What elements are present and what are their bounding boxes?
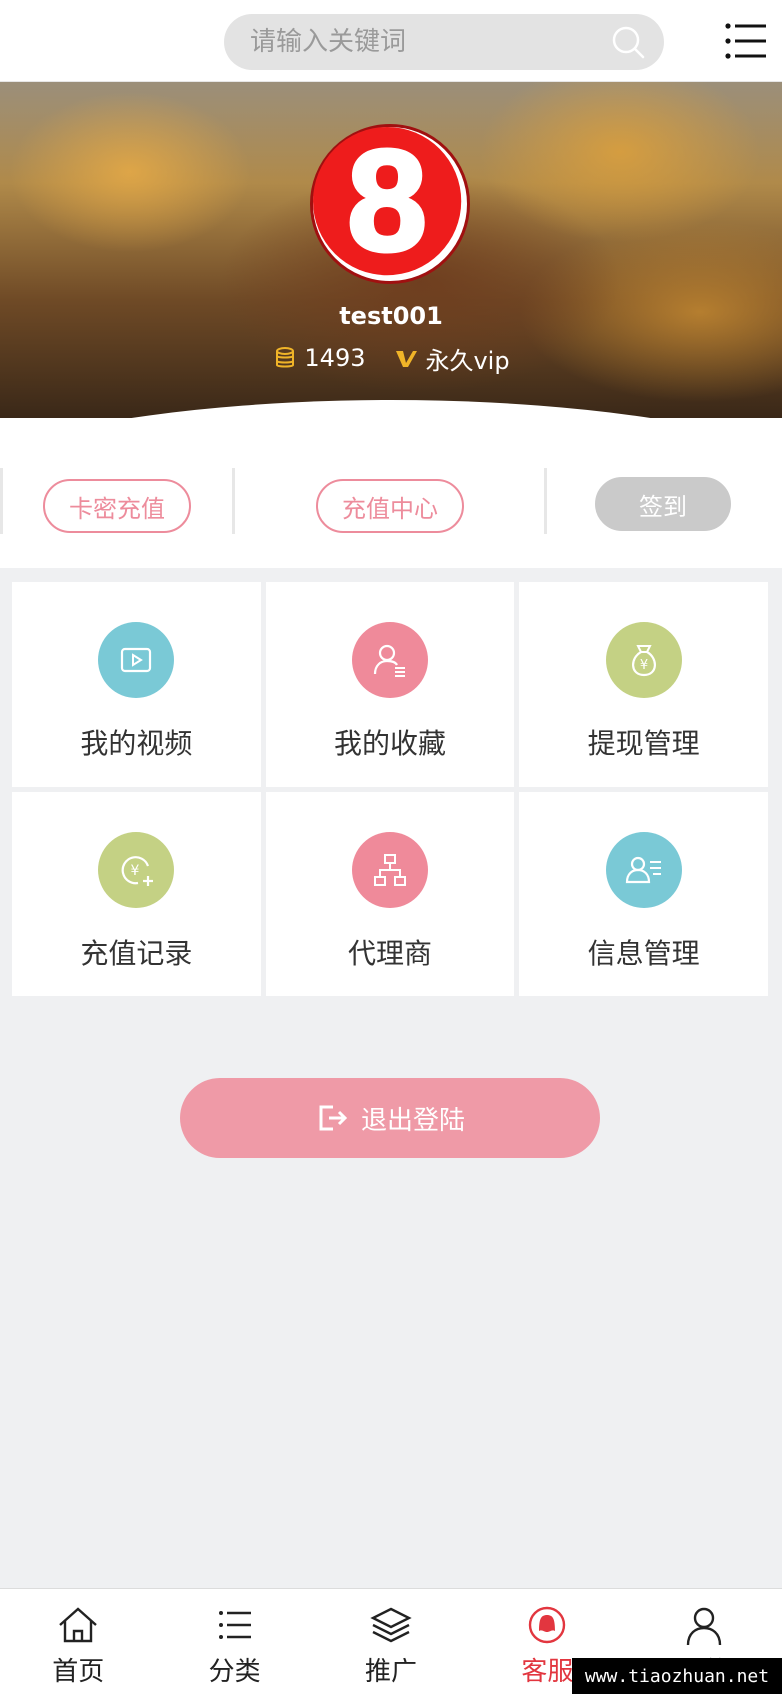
search-bar[interactable] bbox=[224, 14, 664, 70]
menu-icon[interactable] bbox=[724, 22, 766, 60]
menu-item-label: 提现管理 bbox=[587, 727, 700, 760]
divider bbox=[544, 468, 547, 534]
list-icon bbox=[218, 1611, 251, 1639]
home-icon bbox=[59, 1607, 98, 1643]
tab-label: 分类 bbox=[208, 1657, 261, 1687]
money-bag-icon: ¥ bbox=[605, 622, 682, 698]
menu-item-label: 信息管理 bbox=[587, 936, 700, 970]
avatar[interactable]: 8 bbox=[310, 117, 470, 284]
watermark: www.tiaozhuan.net bbox=[572, 1658, 782, 1694]
menu-item-my-favorites[interactable]: 我的收藏 bbox=[265, 582, 515, 787]
menu-grid: 我的视频 我的收藏 ¥ 提现管理 ¥ 充值记录 代理商 信息管理 bbox=[12, 582, 768, 996]
divider bbox=[232, 468, 235, 534]
username: test001 bbox=[339, 302, 443, 330]
layers-icon bbox=[370, 1607, 412, 1643]
user-stats: 1493 永久vip bbox=[0, 340, 782, 376]
tab-label: 客服 bbox=[521, 1657, 574, 1687]
menu-item-label: 我的收藏 bbox=[333, 727, 446, 760]
avatar-logo: 8 bbox=[313, 117, 462, 283]
menu-item-recharge-record[interactable]: ¥ 充值记录 bbox=[12, 791, 261, 996]
recharge-center-button[interactable]: 充值中心 bbox=[316, 479, 464, 533]
agent-icon bbox=[351, 831, 428, 908]
menu-item-info-management[interactable]: 信息管理 bbox=[519, 791, 768, 996]
tab-label: 首页 bbox=[52, 1657, 105, 1687]
divider bbox=[0, 468, 3, 534]
svg-text:¥: ¥ bbox=[131, 863, 140, 879]
banner-curve bbox=[0, 400, 782, 418]
sign-in-button[interactable]: 签到 bbox=[595, 477, 731, 531]
coins-value: 1493 bbox=[304, 344, 366, 372]
user-icon bbox=[686, 1607, 722, 1645]
tab-home[interactable]: 首页 bbox=[0, 1589, 156, 1694]
vip-label: 永久vip bbox=[425, 346, 510, 375]
menu-item-label: 代理商 bbox=[347, 936, 432, 970]
logout-icon bbox=[319, 1105, 348, 1131]
search-icon[interactable] bbox=[610, 24, 646, 60]
top-header bbox=[0, 0, 782, 82]
menu-item-label: 充值记录 bbox=[80, 936, 193, 970]
menu-item-withdrawal[interactable]: ¥ 提现管理 bbox=[519, 582, 768, 787]
tab-promote[interactable]: 推广 bbox=[313, 1589, 469, 1694]
favorites-icon bbox=[351, 622, 428, 698]
menu-item-my-videos[interactable]: 我的视频 bbox=[12, 582, 261, 787]
search-input[interactable] bbox=[250, 14, 600, 70]
menu-item-agent[interactable]: 代理商 bbox=[265, 791, 515, 996]
recharge-record-icon: ¥ bbox=[98, 831, 175, 908]
svg-text:8: 8 bbox=[347, 127, 427, 281]
menu-item-label: 我的视频 bbox=[80, 727, 193, 760]
user-info-icon bbox=[605, 831, 682, 908]
video-icon bbox=[98, 622, 175, 698]
svg-text:¥: ¥ bbox=[640, 658, 648, 673]
card-recharge-button[interactable]: 卡密充值 bbox=[43, 479, 191, 533]
tab-category[interactable]: 分类 bbox=[156, 1589, 312, 1694]
coins-stat: 1493 bbox=[272, 344, 365, 372]
logout-button[interactable]: 退出登陆 bbox=[180, 1078, 600, 1158]
tab-label: 推广 bbox=[365, 1657, 418, 1687]
vip-stat: 永久vip bbox=[393, 341, 510, 376]
logout-label: 退出登陆 bbox=[360, 1105, 465, 1136]
coins-icon bbox=[276, 347, 295, 368]
vip-icon bbox=[396, 351, 418, 367]
customer-service-icon bbox=[529, 1606, 566, 1644]
